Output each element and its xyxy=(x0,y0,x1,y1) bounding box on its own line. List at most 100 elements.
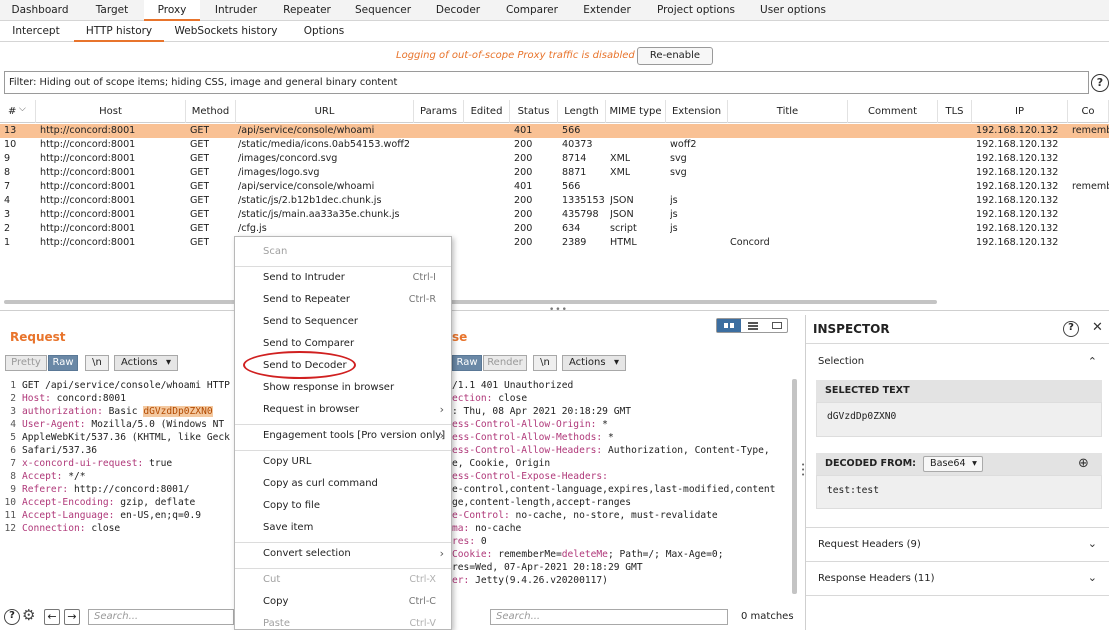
subtab-intercept[interactable]: Intercept xyxy=(0,21,72,42)
response-raw-tab[interactable]: Raw xyxy=(452,355,482,371)
close-icon[interactable]: ✕ xyxy=(1092,320,1103,335)
column-header-length[interactable]: Length xyxy=(558,100,606,123)
column-header-extension[interactable]: Extension xyxy=(666,100,728,123)
chevron-down-icon[interactable]: ⌄ xyxy=(1088,571,1097,584)
menu-item-send-to-repeater[interactable]: Send to Repeater Ctrl-R xyxy=(235,290,451,310)
table-row[interactable]: 8 http://concord:8001 GET/images/logo.svg 2… xyxy=(0,166,1109,180)
help-icon[interactable]: ? xyxy=(4,609,20,625)
table-row[interactable]: 3 http://concord:8001 GET/static/js/main.a… xyxy=(0,208,1109,222)
cell-length: 1335153 xyxy=(562,195,605,206)
tab-intruder[interactable]: Intruder xyxy=(200,0,272,21)
subtab-websockets-history[interactable]: WebSockets history xyxy=(166,21,286,42)
subtab-http-history[interactable]: HTTP history xyxy=(74,21,164,42)
column-header-params[interactable]: Params xyxy=(414,100,464,123)
tab-repeater[interactable]: Repeater xyxy=(272,0,342,21)
cell-status: 200 xyxy=(514,237,533,248)
request-actions-dropdown[interactable]: Actions ▾ xyxy=(114,355,178,371)
gear-icon[interactable]: ⚙ xyxy=(22,606,35,624)
tab-proxy[interactable]: Proxy xyxy=(144,0,200,21)
selected-credential[interactable]: dGVzdDp0ZXN0 xyxy=(143,406,213,417)
menu-item-send-to-sequencer[interactable]: Send to Sequencer xyxy=(235,312,451,332)
response-newline-toggle[interactable]: \n xyxy=(533,355,557,371)
header-name: Accept: xyxy=(22,471,63,482)
menu-item-engagement-tools-pro-version-only[interactable]: Engagement tools [Pro version only] › xyxy=(235,426,451,446)
menu-item-copy-as-curl-command[interactable]: Copy as curl command xyxy=(235,474,451,494)
menu-item-copy[interactable]: Copy Ctrl-C xyxy=(235,592,451,612)
column-header-comment[interactable]: Comment xyxy=(848,100,938,123)
menu-item-label: Copy as curl command xyxy=(263,478,378,489)
horizontal-scrollbar[interactable] xyxy=(4,300,937,304)
response-editor[interactable]: /1.1 401 Unauthorized ection: close: Thu,… xyxy=(452,379,787,587)
table-row[interactable]: 4 http://concord:8001 GET/static/js/2.b12b… xyxy=(0,194,1109,208)
filter-bar[interactable]: Filter: Hiding out of scope items; hidin… xyxy=(4,71,1089,94)
column-header-ip[interactable]: IP xyxy=(972,100,1068,123)
chevron-up-icon[interactable]: ⌃ xyxy=(1088,355,1097,368)
table-row[interactable]: 9 http://concord:8001 GET/images/concord.s… xyxy=(0,152,1109,166)
side-by-side-layout-icon[interactable] xyxy=(717,319,741,332)
menu-item-show-response-in-browser[interactable]: Show response in browser xyxy=(235,378,451,398)
single-pane-layout-icon[interactable] xyxy=(765,319,789,332)
column-header-title[interactable]: Title xyxy=(728,100,848,123)
line-number: 5 xyxy=(10,432,16,443)
chevron-down-icon[interactable]: ⌄ xyxy=(1088,537,1097,550)
menu-item-send-to-comparer[interactable]: Send to Comparer xyxy=(235,334,451,354)
sort-descending-icon[interactable]: ⌵ xyxy=(19,105,26,114)
column-header-status[interactable]: Status xyxy=(510,100,558,123)
tab-comparer[interactable]: Comparer xyxy=(492,0,572,21)
next-match-button[interactable]: → xyxy=(64,609,80,625)
column-header-mime-type[interactable]: MIME type xyxy=(606,100,666,123)
response-actions-dropdown[interactable]: Actions ▾ xyxy=(562,355,626,371)
column-header-host[interactable]: Host xyxy=(36,100,186,123)
tab-project-options[interactable]: Project options xyxy=(642,0,750,21)
table-row[interactable]: 1http://concord:8001GET/2002389HTMLConco… xyxy=(0,236,1109,250)
newline-toggle[interactable]: \n xyxy=(85,355,109,371)
response-headers-section[interactable]: Response Headers (11) xyxy=(818,573,1109,584)
response-line: e-Control: no-cache, no-store, must-reva… xyxy=(452,509,787,522)
tab-dashboard[interactable]: Dashboard xyxy=(0,0,80,21)
tab-decoder[interactable]: Decoder xyxy=(424,0,492,21)
column-header-tls[interactable]: TLS xyxy=(938,100,972,123)
re-enable-button[interactable]: Re-enable xyxy=(637,47,713,65)
render-tab[interactable]: Render xyxy=(483,355,527,371)
column-header-co[interactable]: Co xyxy=(1068,100,1109,123)
inspector-splitter-handle[interactable]: • • • xyxy=(801,462,805,479)
request-headers-section[interactable]: Request Headers (9) xyxy=(818,539,1109,550)
table-row[interactable]: 13 http://concord:8001 GET/api/service/con… xyxy=(0,124,1109,138)
menu-item-convert-selection[interactable]: Convert selection › xyxy=(235,544,451,564)
column-header-edited[interactable]: Edited xyxy=(464,100,510,123)
request-search-input[interactable]: Search... xyxy=(88,609,234,625)
raw-tab[interactable]: Raw xyxy=(48,355,78,371)
table-row[interactable]: 2 http://concord:8001 GET/cfg.js 200 634 scri… xyxy=(0,222,1109,236)
menu-item-copy-to-file[interactable]: Copy to file xyxy=(235,496,451,516)
help-icon[interactable]: ? xyxy=(1091,74,1109,92)
pretty-tab[interactable]: Pretty xyxy=(5,355,47,371)
menu-item-copy-url[interactable]: Copy URL xyxy=(235,452,451,472)
tab-sequencer[interactable]: Sequencer xyxy=(342,0,424,21)
tab-target[interactable]: Target xyxy=(80,0,144,21)
menu-item-label: Request in browser xyxy=(263,404,360,415)
menu-item-send-to-intruder[interactable]: Send to Intruder Ctrl-I xyxy=(235,268,451,288)
help-icon[interactable]: ? xyxy=(1063,321,1079,337)
tab-extender[interactable]: Extender xyxy=(572,0,642,21)
add-icon[interactable]: ⊕ xyxy=(1078,456,1089,471)
response-vertical-scrollbar[interactable] xyxy=(792,379,797,594)
menu-item-save-item[interactable]: Save item xyxy=(235,518,451,538)
prev-match-button[interactable]: ← xyxy=(44,609,60,625)
subtab-options[interactable]: Options xyxy=(286,21,362,42)
tab-user-options[interactable]: User options xyxy=(750,0,836,21)
request-line: Host: concord:8001 xyxy=(22,392,234,405)
horizontal-layout-icon[interactable] xyxy=(741,319,765,332)
column-header-number[interactable]: # xyxy=(0,100,36,123)
splitter-handle[interactable]: ••• xyxy=(549,305,568,315)
column-header-url[interactable]: URL xyxy=(236,100,414,123)
table-row[interactable]: 7 http://concord:8001 GET/api/service/cons… xyxy=(0,180,1109,194)
request-line: authorization: Basic dGVzdDp0ZXN0 xyxy=(22,405,234,418)
table-row[interactable]: 10 http://concord:8001 GET/static/media/ic… xyxy=(0,138,1109,152)
response-search-input[interactable]: Search... xyxy=(490,609,728,625)
menu-item-request-in-browser[interactable]: Request in browser › xyxy=(235,400,451,420)
column-header-method[interactable]: Method xyxy=(186,100,236,123)
selection-section-label[interactable]: Selection xyxy=(818,356,1109,367)
request-editor[interactable]: GET /api/service/console/whoami HTTP Host… xyxy=(22,379,234,535)
chevron-right-icon: › xyxy=(439,429,444,442)
decoder-type-dropdown[interactable]: Base64 ▾ xyxy=(923,456,983,472)
